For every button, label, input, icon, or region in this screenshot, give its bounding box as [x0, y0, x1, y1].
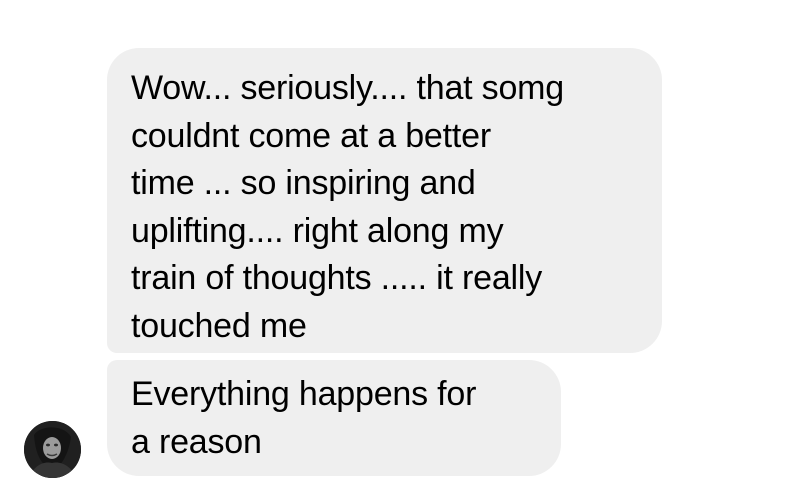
message-thread: Wow... seriously.... that somg couldnt c…: [0, 0, 800, 491]
message-bubble-1[interactable]: Wow... seriously.... that somg couldnt c…: [107, 48, 662, 353]
message-bubble-2[interactable]: Everything happens for a reason: [107, 360, 561, 476]
profile-photo-icon: [24, 421, 81, 478]
avatar[interactable]: [24, 421, 81, 478]
